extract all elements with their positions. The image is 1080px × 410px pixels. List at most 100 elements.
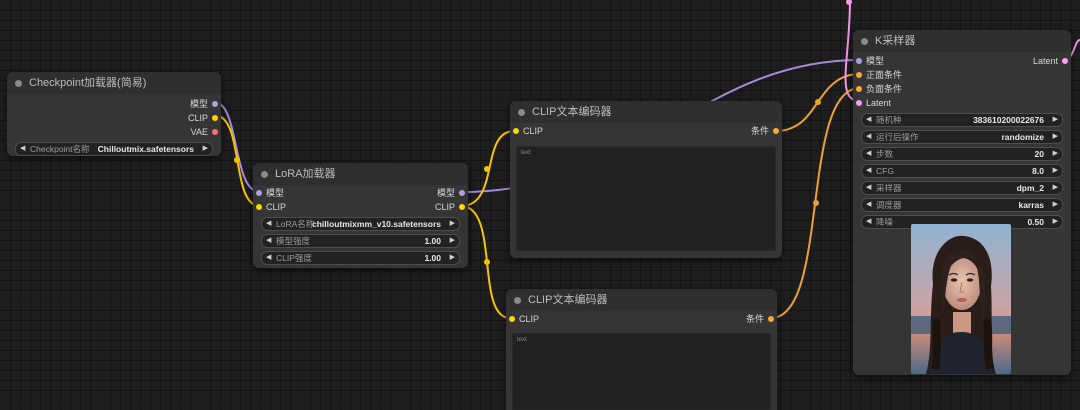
steps-number[interactable]: ◀ 步数 20 ▶ (861, 147, 1063, 161)
lora-loader-node[interactable]: LoRA加载器 模型 模型 CLIP CLIP ◀ LoRA名称 chillou… (253, 163, 468, 268)
input-pin-latent[interactable] (856, 100, 862, 106)
input-pin-model[interactable] (256, 190, 262, 196)
input-label-clip: CLIP (523, 126, 544, 136)
ksampler-title-text: K采样器 (875, 35, 916, 47)
output-pin-conditioning[interactable] (768, 316, 774, 322)
input-pin-clip[interactable] (256, 204, 262, 210)
output-pin-clip[interactable] (212, 115, 218, 121)
input-pin-model[interactable] (856, 58, 862, 64)
output-label-model: 模型 (436, 188, 455, 198)
increment-arrow-icon[interactable]: ▶ (450, 252, 455, 264)
clip-strength-number[interactable]: ◀ CLIP强度 1.00 ▶ (261, 251, 460, 265)
output-label-vae: VAE (190, 127, 208, 137)
next-arrow-icon[interactable]: ▶ (1053, 182, 1058, 194)
input-pin-clip[interactable] (513, 128, 519, 134)
wire-clip-lora-to-encoder1 (460, 130, 515, 207)
increment-arrow-icon[interactable]: ▶ (1053, 148, 1058, 160)
prev-arrow-icon[interactable]: ◀ (20, 143, 25, 155)
denoise-label: 降噪 (876, 217, 894, 227)
clip-text-encoder-node-1[interactable]: CLIP文本编码器 CLIP 条件 text (510, 101, 782, 258)
decrement-arrow-icon[interactable]: ◀ (866, 148, 871, 160)
decrement-arrow-icon[interactable]: ◀ (866, 114, 871, 126)
next-arrow-icon[interactable]: ▶ (203, 143, 208, 155)
output-pin-conditioning[interactable] (773, 128, 779, 134)
io-row-clip-cond: CLIP 条件 (506, 312, 777, 326)
decrement-arrow-icon[interactable]: ◀ (266, 235, 271, 247)
decrement-arrow-icon[interactable]: ◀ (866, 165, 871, 177)
cfg-value: 8.0 (1032, 166, 1044, 176)
input-label-clip: CLIP (266, 202, 287, 212)
encoder1-title: CLIP文本编码器 (510, 101, 782, 123)
model-strength-number[interactable]: ◀ 模型强度 1.00 ▶ (261, 234, 460, 248)
lora-title-text: LoRA加载器 (275, 168, 336, 180)
sampler-combo[interactable]: ◀ 采样器 dpm_2 ▶ (861, 181, 1063, 195)
clip-strength-value: 1.00 (424, 253, 441, 263)
output-label-conditioning: 条件 (750, 126, 769, 136)
next-arrow-icon[interactable]: ▶ (450, 218, 455, 230)
collapse-dot-icon[interactable] (15, 80, 22, 87)
input-row-positive: 正面条件 (853, 68, 1071, 82)
input-label-model: 模型 (866, 56, 885, 66)
prev-arrow-icon[interactable]: ◀ (866, 131, 871, 143)
input-label-model: 模型 (266, 188, 285, 198)
io-row-model-latent: 模型 Latent (853, 54, 1071, 68)
output-label-clip: CLIP (187, 113, 208, 123)
encoder1-title-text: CLIP文本编码器 (532, 106, 612, 118)
seed-number[interactable]: ◀ 随机种 383610200022676 ▶ (861, 113, 1063, 127)
preview-image[interactable] (911, 224, 1011, 374)
prev-arrow-icon[interactable]: ◀ (866, 182, 871, 194)
increment-arrow-icon[interactable]: ▶ (1053, 216, 1058, 228)
seed-value: 383610200022676 (973, 115, 1044, 125)
encoder2-title: CLIP文本编码器 (506, 289, 777, 311)
output-pin-vae[interactable] (212, 129, 218, 135)
input-pin-negative[interactable] (856, 86, 862, 92)
output-pin-model[interactable] (212, 101, 218, 107)
increment-arrow-icon[interactable]: ▶ (450, 235, 455, 247)
collapse-dot-icon[interactable] (514, 297, 521, 304)
decrement-arrow-icon[interactable]: ◀ (866, 216, 871, 228)
output-label-clip: CLIP (434, 202, 455, 212)
portrait-photo (911, 224, 1011, 374)
steps-label: 步数 (876, 149, 894, 159)
prev-arrow-icon[interactable]: ◀ (266, 218, 271, 230)
input-label-clip: CLIP (519, 314, 540, 324)
clip-strength-label: CLIP强度 (276, 253, 312, 263)
control-after-generate-combo[interactable]: ◀ 运行后操作 randomize ▶ (861, 130, 1063, 144)
prev-arrow-icon[interactable]: ◀ (866, 199, 871, 211)
output-row-clip: CLIP (7, 111, 221, 125)
input-pin-clip[interactable] (509, 316, 515, 322)
clip-text-encoder-node-2[interactable]: CLIP文本编码器 CLIP 条件 text (506, 289, 777, 410)
increment-arrow-icon[interactable]: ▶ (1053, 165, 1058, 177)
next-arrow-icon[interactable]: ▶ (1053, 131, 1058, 143)
scheduler-combo[interactable]: ◀ 调度器 karras ▶ (861, 198, 1063, 212)
collapse-dot-icon[interactable] (861, 38, 868, 45)
denoise-value: 0.50 (1027, 217, 1044, 227)
wire-cond-encoder2-to-negative (770, 87, 861, 319)
output-pin-model[interactable] (459, 190, 465, 196)
control-after-generate-label: 运行后操作 (876, 132, 919, 142)
io-row-clip: CLIP CLIP (253, 200, 468, 214)
prompt-placeholder: text (517, 337, 527, 343)
model-strength-value: 1.00 (424, 236, 441, 246)
output-pin-latent[interactable] (1062, 58, 1068, 64)
increment-arrow-icon[interactable]: ▶ (1053, 114, 1058, 126)
prompt-text-area[interactable]: text (512, 333, 771, 410)
input-pin-positive[interactable] (856, 72, 862, 78)
decrement-arrow-icon[interactable]: ◀ (266, 252, 271, 264)
checkpoint-name-combo[interactable]: ◀ Checkpoint名称 Chilloutmix.safetensors ▶ (15, 142, 213, 156)
checkpoint-loader-node[interactable]: Checkpoint加载器(简易) 模型 CLIP VAE ◀ Checkpoi… (7, 72, 221, 156)
next-arrow-icon[interactable]: ▶ (1053, 199, 1058, 211)
output-pin-clip[interactable] (459, 204, 465, 210)
lora-name-value: chilloutmixmm_v10.safetensors (312, 219, 441, 229)
prompt-text-area[interactable]: text (516, 146, 776, 251)
output-label-conditioning: 条件 (745, 314, 764, 324)
collapse-dot-icon[interactable] (518, 109, 525, 116)
lora-name-combo[interactable]: ◀ LoRA名称 chilloutmixmm_v10.safetensors ▶ (261, 217, 460, 231)
output-row-vae: VAE (7, 125, 221, 139)
cfg-number[interactable]: ◀ CFG 8.0 ▶ (861, 164, 1063, 178)
input-label-positive: 正面条件 (866, 70, 903, 80)
checkpoint-name-value: Chilloutmix.safetensors (97, 144, 194, 154)
collapse-dot-icon[interactable] (261, 171, 268, 178)
ksampler-node[interactable]: K采样器 模型 Latent 正面条件 负面条件 Latent ◀ 随机种 38… (853, 30, 1071, 375)
output-row-model: 模型 (7, 97, 221, 111)
